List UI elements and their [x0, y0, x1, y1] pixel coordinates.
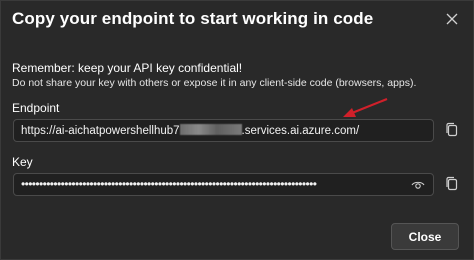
- copy-icon: [446, 176, 458, 191]
- endpoint-value-suffix: .services.ai.azure.com/: [241, 125, 360, 137]
- endpoint-value-prefix: https://ai-aichatpowershellhub7: [21, 125, 180, 137]
- notice-title: Remember: keep your API key confidential…: [12, 61, 243, 75]
- key-label: Key: [12, 155, 33, 169]
- copy-key-button[interactable]: [443, 174, 461, 194]
- endpoint-label: Endpoint: [12, 101, 60, 115]
- key-field[interactable]: ••••••••••••••••••••••••••••••••••••••••…: [13, 173, 434, 196]
- close-icon[interactable]: [441, 8, 463, 30]
- eye-icon[interactable]: [411, 178, 425, 192]
- redacted-region: [179, 124, 242, 135]
- endpoint-field[interactable]: https://ai-aichatpowershellhub7 .services…: [13, 119, 434, 142]
- key-masked-value: ••••••••••••••••••••••••••••••••••••••••…: [21, 177, 317, 191]
- close-button[interactable]: Close: [391, 223, 459, 250]
- copy-icon: [446, 122, 458, 137]
- close-icon-glyph: [446, 13, 458, 25]
- eye-icon-glyph: [411, 181, 425, 189]
- endpoint-dialog: Copy your endpoint to start working in c…: [0, 0, 474, 260]
- notice-body: Do not share your key with others or exp…: [12, 77, 417, 89]
- copy-endpoint-button[interactable]: [443, 120, 461, 140]
- dialog-title: Copy your endpoint to start working in c…: [12, 9, 374, 28]
- endpoint-value: https://ai-aichatpowershellhub7 .services…: [21, 124, 359, 137]
